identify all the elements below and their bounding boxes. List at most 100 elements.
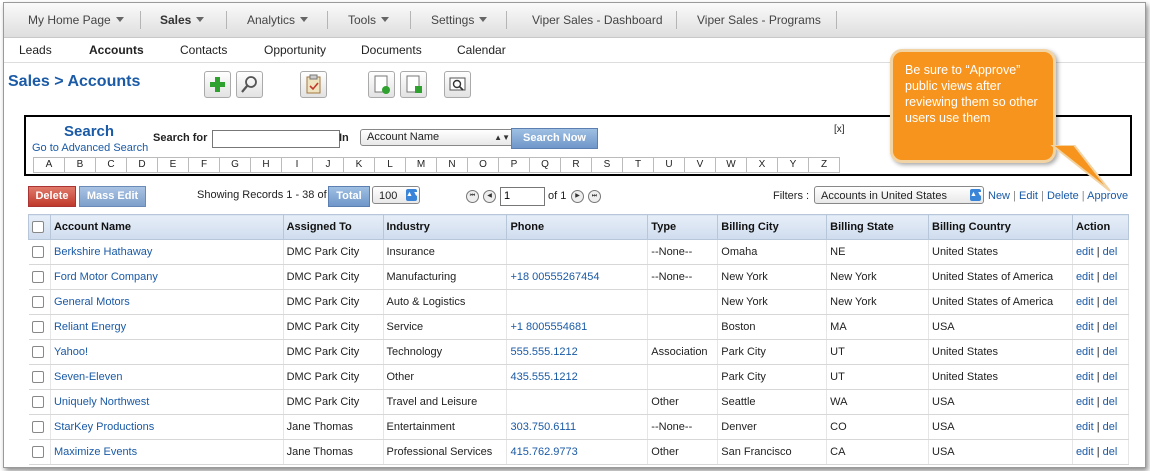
mass-edit-button[interactable]: Mass Edit: [79, 186, 146, 207]
column-header[interactable]: Industry: [382, 214, 508, 240]
import-button[interactable]: [368, 71, 395, 98]
cell-phone[interactable]: [506, 239, 649, 265]
row-checkbox[interactable]: [28, 364, 51, 390]
alphabet-letter[interactable]: T: [623, 158, 654, 172]
row-checkbox[interactable]: [28, 314, 51, 340]
edit-link[interactable]: edit: [1076, 421, 1094, 433]
nav-tools[interactable]: Tools: [348, 3, 390, 37]
alphabet-letter[interactable]: G: [220, 158, 251, 172]
delete-link[interactable]: del: [1103, 271, 1118, 283]
row-checkbox[interactable]: [28, 289, 51, 315]
find-duplicates-button[interactable]: [444, 71, 471, 98]
alphabet-letter[interactable]: W: [716, 158, 747, 172]
edit-link[interactable]: edit: [1076, 446, 1094, 458]
edit-link[interactable]: edit: [1076, 246, 1094, 258]
cell-phone[interactable]: +18 00555267454: [506, 264, 649, 290]
cell-phone[interactable]: 415.762.9773: [506, 439, 649, 465]
alphabet-letter[interactable]: V: [685, 158, 716, 172]
nav-viper-sales-programs[interactable]: Viper Sales - Programs: [697, 3, 821, 37]
cell-phone[interactable]: 303.750.6111: [506, 414, 649, 440]
export-button[interactable]: [400, 71, 427, 98]
edit-link[interactable]: edit: [1076, 321, 1094, 333]
cell-phone[interactable]: +1 8005554681: [506, 314, 649, 340]
alphabet-letter[interactable]: N: [437, 158, 468, 172]
subnav-calendar[interactable]: Calendar: [457, 38, 506, 62]
edit-link[interactable]: edit: [1076, 296, 1094, 308]
filter-edit-link[interactable]: Edit: [1019, 190, 1038, 202]
nav-viper-sales-dashboard[interactable]: Viper Sales - Dashboard: [532, 3, 663, 37]
alphabet-letter[interactable]: U: [654, 158, 685, 172]
subnav-contacts[interactable]: Contacts: [180, 38, 227, 62]
search-now-button[interactable]: Search Now: [511, 128, 598, 149]
subnav-accounts[interactable]: Accounts: [89, 38, 144, 62]
edit-link[interactable]: edit: [1076, 371, 1094, 383]
alphabet-letter[interactable]: R: [561, 158, 592, 172]
cell-phone[interactable]: [506, 289, 649, 315]
alphabet-letter[interactable]: E: [158, 158, 189, 172]
select-all-checkbox[interactable]: [28, 214, 51, 240]
delete-button[interactable]: Delete: [28, 186, 76, 207]
cell-phone[interactable]: 555.555.1212: [506, 339, 649, 365]
alphabet-letter[interactable]: I: [282, 158, 313, 172]
filter-new-link[interactable]: New: [988, 190, 1010, 202]
add-button[interactable]: [204, 71, 231, 98]
alphabet-letter[interactable]: K: [344, 158, 375, 172]
page-number-input[interactable]: [500, 187, 545, 206]
alphabet-letter[interactable]: D: [127, 158, 158, 172]
filter-select[interactable]: Accounts in United States ▲▼: [814, 186, 984, 204]
delete-link[interactable]: del: [1103, 296, 1118, 308]
close-search-button[interactable]: [x]: [834, 124, 845, 135]
alphabet-letter[interactable]: C: [96, 158, 127, 172]
alphabet-letter[interactable]: S: [592, 158, 623, 172]
column-header[interactable]: Billing City: [717, 214, 828, 240]
filter-delete-link[interactable]: Delete: [1047, 190, 1079, 202]
alphabet-letter[interactable]: M: [406, 158, 437, 172]
alphabet-letter[interactable]: Q: [530, 158, 561, 172]
search-input[interactable]: [212, 130, 340, 148]
cell-name[interactable]: Seven-Eleven: [50, 364, 284, 390]
row-checkbox[interactable]: [28, 439, 51, 465]
per-page-select[interactable]: 100 ▲▼: [372, 186, 420, 204]
alphabet-letter[interactable]: Y: [778, 158, 809, 172]
delete-link[interactable]: del: [1103, 396, 1118, 408]
alphabet-letter[interactable]: J: [313, 158, 344, 172]
nav-my-home-page[interactable]: My Home Page: [28, 3, 124, 37]
cell-name[interactable]: StarKey Productions: [50, 414, 284, 440]
first-page-button[interactable]: ⏮: [466, 190, 479, 203]
cell-name[interactable]: Ford Motor Company: [50, 264, 284, 290]
prev-page-button[interactable]: ◀: [483, 190, 496, 203]
alphabet-letter[interactable]: Z: [809, 158, 839, 172]
column-header[interactable]: Billing Country: [928, 214, 1073, 240]
filter-approve-link[interactable]: Approve: [1087, 190, 1128, 202]
clipboard-button[interactable]: [300, 71, 327, 98]
row-checkbox[interactable]: [28, 339, 51, 365]
subnav-opportunity[interactable]: Opportunity: [264, 38, 326, 62]
cell-name[interactable]: Uniquely Northwest: [50, 389, 284, 415]
row-checkbox[interactable]: [28, 239, 51, 265]
row-checkbox[interactable]: [28, 264, 51, 290]
alphabet-letter[interactable]: O: [468, 158, 499, 172]
subnav-documents[interactable]: Documents: [361, 38, 422, 62]
search-field-select[interactable]: Account Name ▲▼: [360, 129, 514, 146]
column-header[interactable]: Assigned To: [282, 214, 384, 240]
next-page-button[interactable]: ▶: [571, 190, 584, 203]
edit-link[interactable]: edit: [1076, 346, 1094, 358]
edit-link[interactable]: edit: [1076, 271, 1094, 283]
delete-link[interactable]: del: [1103, 446, 1118, 458]
total-button[interactable]: Total: [328, 186, 370, 207]
alphabet-letter[interactable]: P: [499, 158, 530, 172]
cell-name[interactable]: Maximize Events: [50, 439, 284, 465]
cell-name[interactable]: General Motors: [50, 289, 284, 315]
column-header[interactable]: Phone: [506, 214, 649, 240]
alphabet-letter[interactable]: A: [34, 158, 65, 172]
column-header[interactable]: Billing State: [826, 214, 929, 240]
delete-link[interactable]: del: [1103, 421, 1118, 433]
nav-settings[interactable]: Settings: [431, 3, 488, 37]
row-checkbox[interactable]: [28, 389, 51, 415]
subnav-leads[interactable]: Leads: [19, 38, 52, 62]
nav-sales[interactable]: Sales: [160, 3, 205, 37]
alphabet-letter[interactable]: F: [189, 158, 220, 172]
cell-name[interactable]: Reliant Energy: [50, 314, 284, 340]
cell-phone[interactable]: 435.555.1212: [506, 364, 649, 390]
delete-link[interactable]: del: [1103, 346, 1118, 358]
